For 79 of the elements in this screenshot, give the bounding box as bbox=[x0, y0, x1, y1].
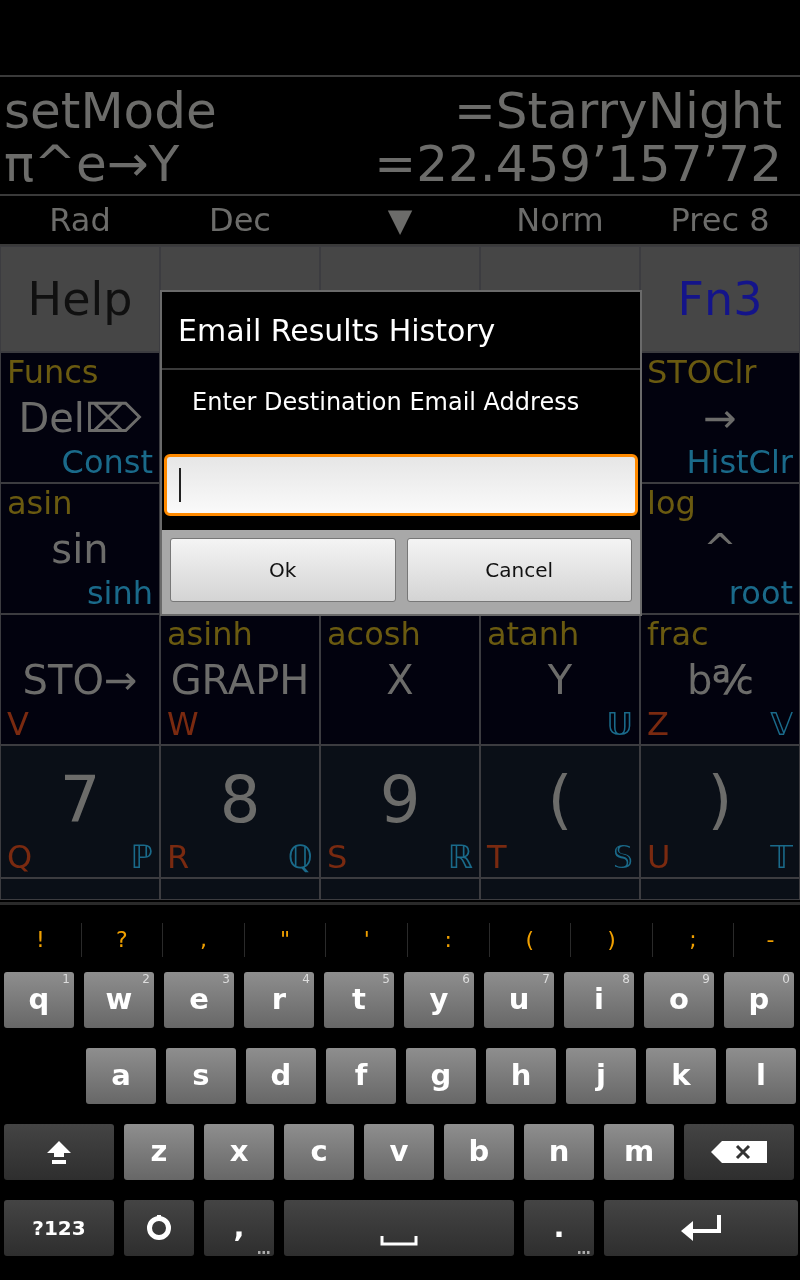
dialog-title: Email Results History bbox=[162, 292, 640, 370]
keyboard-key[interactable]: l bbox=[726, 1048, 796, 1104]
keyboard-key[interactable]: x bbox=[204, 1124, 274, 1180]
keyboard-key[interactable]: y 6 bbox=[404, 972, 474, 1028]
keyboard-key[interactable]: s bbox=[166, 1048, 236, 1104]
email-input-field[interactable] bbox=[164, 454, 638, 516]
calculator-key[interactable]: 7 Q ℙ bbox=[0, 745, 160, 878]
keyboard-key[interactable]: g bbox=[406, 1048, 476, 1104]
keyboard-key[interactable]: z bbox=[124, 1124, 194, 1180]
suggestion-item[interactable]: " bbox=[244, 922, 327, 957]
suggestion-item[interactable]: ? bbox=[81, 922, 164, 957]
keyboard-key[interactable]: m bbox=[604, 1124, 674, 1180]
result-text: =StarryNight bbox=[453, 85, 782, 138]
calculator-key[interactable]: Funcs Del⌦ Const bbox=[0, 352, 160, 483]
keyboard-key[interactable]: t 5 bbox=[324, 972, 394, 1028]
keyboard-key[interactable]: , bbox=[204, 1200, 274, 1256]
symbols-key[interactable]: ?123 bbox=[4, 1200, 114, 1256]
settings-icon bbox=[146, 1215, 172, 1241]
suggestion-item[interactable]: : bbox=[407, 922, 490, 957]
calculator-key[interactable]: log ^ root bbox=[640, 483, 800, 614]
keyboard-key[interactable]: f bbox=[326, 1048, 396, 1104]
keyboard-key[interactable]: q 1 bbox=[4, 972, 74, 1028]
suggestion-item[interactable]: ' bbox=[326, 922, 408, 957]
keyboard-key[interactable]: p 0 bbox=[724, 972, 794, 1028]
keyboard-key[interactable]: o 9 bbox=[644, 972, 714, 1028]
keyboard-key[interactable]: . bbox=[524, 1200, 594, 1256]
keyboard-key[interactable]: e 3 bbox=[164, 972, 234, 1028]
suggestion-item[interactable]: , bbox=[163, 922, 245, 957]
keyboard-key[interactable]: c bbox=[284, 1124, 354, 1180]
expression-text: setMode bbox=[4, 85, 217, 138]
suggestion-item[interactable]: - bbox=[734, 922, 775, 957]
keyboard-key[interactable]: k bbox=[646, 1048, 716, 1104]
expression-text: π^e→Y bbox=[4, 138, 180, 191]
keyboard-key[interactable]: b bbox=[444, 1124, 514, 1180]
keyboard-key[interactable]: v bbox=[364, 1124, 434, 1180]
text-cursor-icon bbox=[179, 468, 181, 502]
dialog-button[interactable]: Ok bbox=[170, 538, 396, 602]
calculator-key[interactable]: asinh GRAPH W bbox=[160, 614, 320, 745]
dialog-button[interactable]: Cancel bbox=[406, 538, 632, 602]
more-icon bbox=[258, 1251, 270, 1254]
settings-key[interactable] bbox=[124, 1200, 194, 1256]
suggestion-item[interactable]: ; bbox=[652, 922, 735, 957]
suggestion-item[interactable]: ( bbox=[489, 922, 572, 957]
calculator-key[interactable]: ( T 𝕊 bbox=[480, 745, 640, 878]
mode-indicator[interactable]: Norm bbox=[480, 196, 640, 244]
suggestion-item[interactable]: ) bbox=[571, 922, 653, 957]
keyboard-key[interactable]: r 4 bbox=[244, 972, 314, 1028]
calculator-key[interactable]: asin sin sinh bbox=[0, 483, 160, 614]
space-icon bbox=[380, 1236, 418, 1246]
calculator-key[interactable]: STO→ V bbox=[0, 614, 160, 745]
keyboard-key[interactable]: n bbox=[524, 1124, 594, 1180]
calculator-key[interactable]: 8 R ℚ bbox=[160, 745, 320, 878]
enter-icon bbox=[679, 1213, 723, 1243]
calculator-key[interactable]: STOClr → HistClr bbox=[640, 352, 800, 483]
keyboard-key[interactable]: a bbox=[86, 1048, 156, 1104]
result-text: =22.459’157’72 bbox=[374, 138, 782, 191]
shift-key[interactable] bbox=[4, 1124, 114, 1180]
enter-key[interactable] bbox=[604, 1200, 798, 1256]
shift-icon bbox=[45, 1139, 73, 1165]
keyboard-key[interactable]: h bbox=[486, 1048, 556, 1104]
calculator-key[interactable]: atanh Y 𝕌 bbox=[480, 614, 640, 745]
calculator-key[interactable]: acosh X bbox=[320, 614, 480, 745]
backspace-icon bbox=[710, 1140, 768, 1164]
keyboard-key[interactable]: u 7 bbox=[484, 972, 554, 1028]
keyboard-key[interactable]: j bbox=[566, 1048, 636, 1104]
calculator-key[interactable]: ) U 𝕋 bbox=[640, 745, 800, 878]
more-icon bbox=[578, 1251, 590, 1254]
mode-indicator[interactable]: Dec bbox=[160, 196, 320, 244]
keyboard-key[interactable]: w 2 bbox=[84, 972, 154, 1028]
calculator-key[interactable]: 9 S ℝ bbox=[320, 745, 480, 878]
backspace-key[interactable] bbox=[684, 1124, 794, 1180]
mode-indicator[interactable]: ▼ bbox=[320, 196, 480, 244]
calculator-key[interactable]: frac b℀ Z 𝕍 bbox=[640, 614, 800, 745]
suggestion-item[interactable]: ! bbox=[0, 922, 82, 957]
dialog-message: Enter Destination Email Address bbox=[191, 387, 581, 418]
keyboard-key[interactable]: d bbox=[246, 1048, 316, 1104]
mode-indicator[interactable]: Prec 8 bbox=[640, 196, 800, 244]
mode-indicator[interactable]: Rad bbox=[0, 196, 160, 244]
keyboard-key[interactable]: i 8 bbox=[564, 972, 634, 1028]
